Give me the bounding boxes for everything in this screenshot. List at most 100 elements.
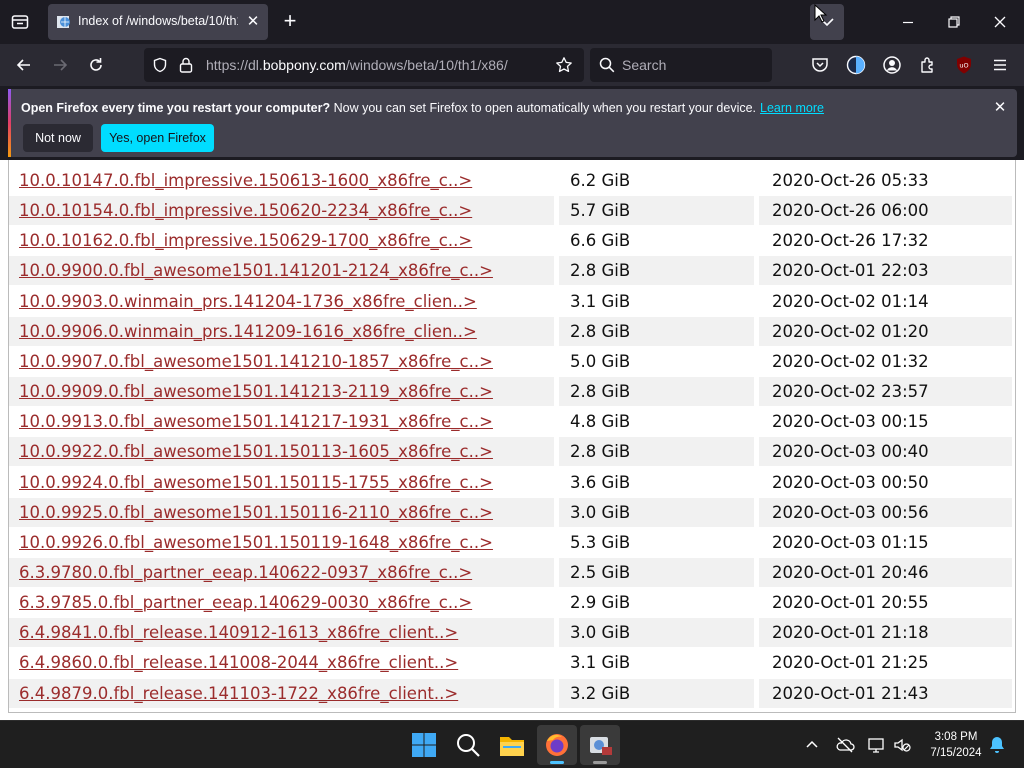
table-row: 10.0.9906.0.winmain_prs.141209-1616_x86f…	[9, 316, 1013, 346]
file-link[interactable]: 10.0.9922.0.fbl_awesome1501.150113-1605_…	[19, 442, 493, 461]
file-date-cell: 2020-Oct-01 20:46	[759, 557, 1012, 587]
file-size-cell: 2.8 GiB	[559, 256, 754, 286]
show-hidden-icons-chevron-icon[interactable]	[804, 737, 820, 753]
file-name-cell: 6.4.9841.0.fbl_release.140912-1613_x86fr…	[9, 618, 554, 648]
search-icon	[599, 57, 615, 73]
table-row: 10.0.9909.0.fbl_awesome1501.141213-2119_…	[9, 377, 1013, 407]
file-name-cell: 10.0.9913.0.fbl_awesome1501.141217-1931_…	[9, 407, 554, 436]
firefox-taskbar-button[interactable]	[537, 725, 577, 765]
url-text[interactable]: https://dl.bobpony.com/windows/beta/10/t…	[206, 57, 508, 73]
file-link[interactable]: 10.0.9903.0.winmain_prs.141204-1736_x86f…	[19, 292, 477, 311]
close-window-icon[interactable]	[990, 12, 1010, 32]
table-row: 6.3.9780.0.fbl_partner_eeap.140622-0937_…	[9, 557, 1013, 587]
lock-icon[interactable]	[178, 56, 194, 74]
notification-message: Open Firefox every time you restart your…	[21, 101, 824, 115]
close-notification-icon[interactable]: ✕	[991, 99, 1009, 117]
shield-icon[interactable]	[152, 57, 168, 73]
search-icon	[457, 734, 480, 757]
search-placeholder: Search	[622, 57, 667, 73]
file-link[interactable]: 6.3.9785.0.fbl_partner_eeap.140629-0030_…	[19, 593, 472, 612]
file-size-cell: 2.8 GiB	[559, 377, 754, 407]
file-size-cell: 3.1 GiB	[570, 653, 631, 673]
file-link[interactable]: 6.4.9841.0.fbl_release.140912-1613_x86fr…	[19, 623, 458, 642]
minimize-icon[interactable]	[898, 12, 918, 32]
file-link[interactable]: 10.0.10147.0.fbl_impressive.150613-1600_…	[19, 171, 472, 190]
tab-title: Index of /windows/beta/10/th1/x86/	[78, 14, 238, 28]
file-name-cell: 10.0.10147.0.fbl_impressive.150613-1600_…	[9, 166, 554, 195]
file-size-cell: 2.8 GiB	[559, 316, 754, 346]
mouse-cursor-icon	[814, 4, 828, 24]
tab-strip: Index of /windows/beta/10/th1/x86/ ✕ +	[0, 0, 1024, 44]
start-button[interactable]	[404, 725, 444, 765]
tab-active[interactable]: Index of /windows/beta/10/th1/x86/ ✕	[48, 4, 268, 40]
file-date-cell: 2020-Oct-26 06:00	[759, 196, 1012, 226]
notifications-bell-icon[interactable]	[988, 735, 1006, 755]
file-name-cell: 10.0.9903.0.winmain_prs.141204-1736_x86f…	[9, 287, 554, 316]
bookmark-star-icon[interactable]	[555, 56, 573, 74]
page-content[interactable]: 10.0.10147.0.fbl_impressive.150613-1600_…	[0, 160, 1024, 720]
file-link[interactable]: 6.4.9879.0.fbl_release.141103-1722_x86fr…	[19, 684, 458, 703]
file-link[interactable]: 10.0.9925.0.fbl_awesome1501.150116-2110_…	[19, 503, 493, 522]
file-size-cell: 2.9 GiB	[570, 593, 631, 613]
file-link[interactable]: 10.0.9909.0.fbl_awesome1501.141213-2119_…	[19, 382, 493, 401]
network-icon[interactable]	[866, 735, 886, 755]
file-date-cell: 2020-Oct-02 01:14	[772, 291, 929, 311]
file-link[interactable]: 6.3.9780.0.fbl_partner_eeap.140622-0937_…	[19, 563, 472, 582]
firefox-view-icon[interactable]	[10, 12, 30, 32]
system-clock[interactable]: 3:08 PM 7/15/2024	[920, 729, 992, 761]
svg-text:uO: uO	[959, 62, 968, 70]
active-indicator	[550, 761, 564, 764]
file-explorer-icon	[500, 737, 524, 756]
pocket-icon[interactable]	[810, 55, 830, 75]
firefox-icon	[546, 734, 568, 756]
table-row: 6.4.9860.0.fbl_release.141008-2044_x86fr…	[9, 648, 1013, 677]
file-name-cell: 6.3.9780.0.fbl_partner_eeap.140622-0937_…	[9, 557, 554, 587]
new-tab-button[interactable]: +	[280, 10, 300, 32]
tab-close-icon[interactable]: ✕	[244, 13, 262, 31]
hamburger-menu-icon[interactable]	[990, 55, 1010, 75]
file-link[interactable]: 10.0.10162.0.fbl_impressive.150629-1700_…	[19, 231, 472, 250]
firefox-relay-icon[interactable]	[846, 55, 866, 75]
file-explorer-button[interactable]	[492, 725, 532, 765]
taskbar-search-button[interactable]	[448, 725, 488, 765]
file-size-cell: 6.2 GiB	[570, 171, 631, 190]
file-size-cell: 3.0 GiB	[559, 618, 754, 648]
learn-more-link[interactable]: Learn more	[760, 101, 824, 115]
file-name-cell: 6.4.9860.0.fbl_release.141008-2044_x86fr…	[9, 648, 554, 677]
file-link[interactable]: 10.0.9924.0.fbl_awesome1501.150115-1755_…	[19, 473, 493, 492]
file-name-cell: 6.4.9879.0.fbl_release.141103-1722_x86fr…	[9, 678, 554, 708]
file-link[interactable]: 6.4.9860.0.fbl_release.141008-2044_x86fr…	[19, 653, 458, 672]
ublock-origin-icon[interactable]: uO	[954, 55, 974, 75]
file-date-cell: 2020-Oct-03 00:50	[772, 472, 929, 492]
file-date-cell: 2020-Oct-03 00:56	[759, 497, 1012, 527]
search-box[interactable]: Search	[590, 48, 772, 82]
file-date-cell: 2020-Oct-03 01:15	[772, 532, 929, 552]
extensions-puzzle-icon[interactable]	[918, 55, 938, 75]
file-link[interactable]: 10.0.9907.0.fbl_awesome1501.141210-1857_…	[19, 352, 493, 371]
table-row: 10.0.9913.0.fbl_awesome1501.141217-1931_…	[9, 407, 1013, 436]
disk-utility-taskbar-button[interactable]	[580, 725, 620, 765]
file-link[interactable]: 10.0.9900.0.fbl_awesome1501.141201-2124_…	[19, 261, 493, 280]
url-scheme: https://dl.	[206, 57, 263, 73]
account-icon[interactable]	[882, 55, 902, 75]
forward-arrow-icon[interactable]	[50, 55, 70, 75]
address-bar[interactable]: https://dl.bobpony.com/windows/beta/10/t…	[144, 48, 584, 82]
not-now-button[interactable]: Not now	[23, 124, 93, 152]
open-firefox-button[interactable]: Yes, open Firefox	[101, 124, 214, 152]
back-arrow-icon[interactable]	[14, 55, 34, 75]
table-row: 10.0.10162.0.fbl_impressive.150629-1700_…	[9, 226, 1013, 255]
file-name-cell: 10.0.9900.0.fbl_awesome1501.141201-2124_…	[9, 256, 554, 286]
file-name-cell: 10.0.9906.0.winmain_prs.141209-1616_x86f…	[9, 316, 554, 346]
file-name-cell: 10.0.9925.0.fbl_awesome1501.150116-2110_…	[9, 497, 554, 527]
notification-title: Open Firefox every time you restart your…	[21, 101, 331, 115]
file-link[interactable]: 10.0.9926.0.fbl_awesome1501.150119-1648_…	[19, 533, 493, 552]
file-date-cell: 2020-Oct-01 21:43	[759, 678, 1012, 708]
file-size-cell: 3.6 GiB	[570, 472, 631, 492]
volume-muted-icon[interactable]	[892, 735, 912, 755]
file-link[interactable]: 10.0.9913.0.fbl_awesome1501.141217-1931_…	[19, 412, 493, 431]
onedrive-icon[interactable]	[835, 735, 855, 755]
file-link[interactable]: 10.0.9906.0.winmain_prs.141209-1616_x86f…	[19, 322, 477, 341]
restore-icon[interactable]	[944, 12, 964, 32]
reload-icon[interactable]	[86, 55, 106, 75]
file-link[interactable]: 10.0.10154.0.fbl_impressive.150620-2234_…	[19, 201, 472, 220]
